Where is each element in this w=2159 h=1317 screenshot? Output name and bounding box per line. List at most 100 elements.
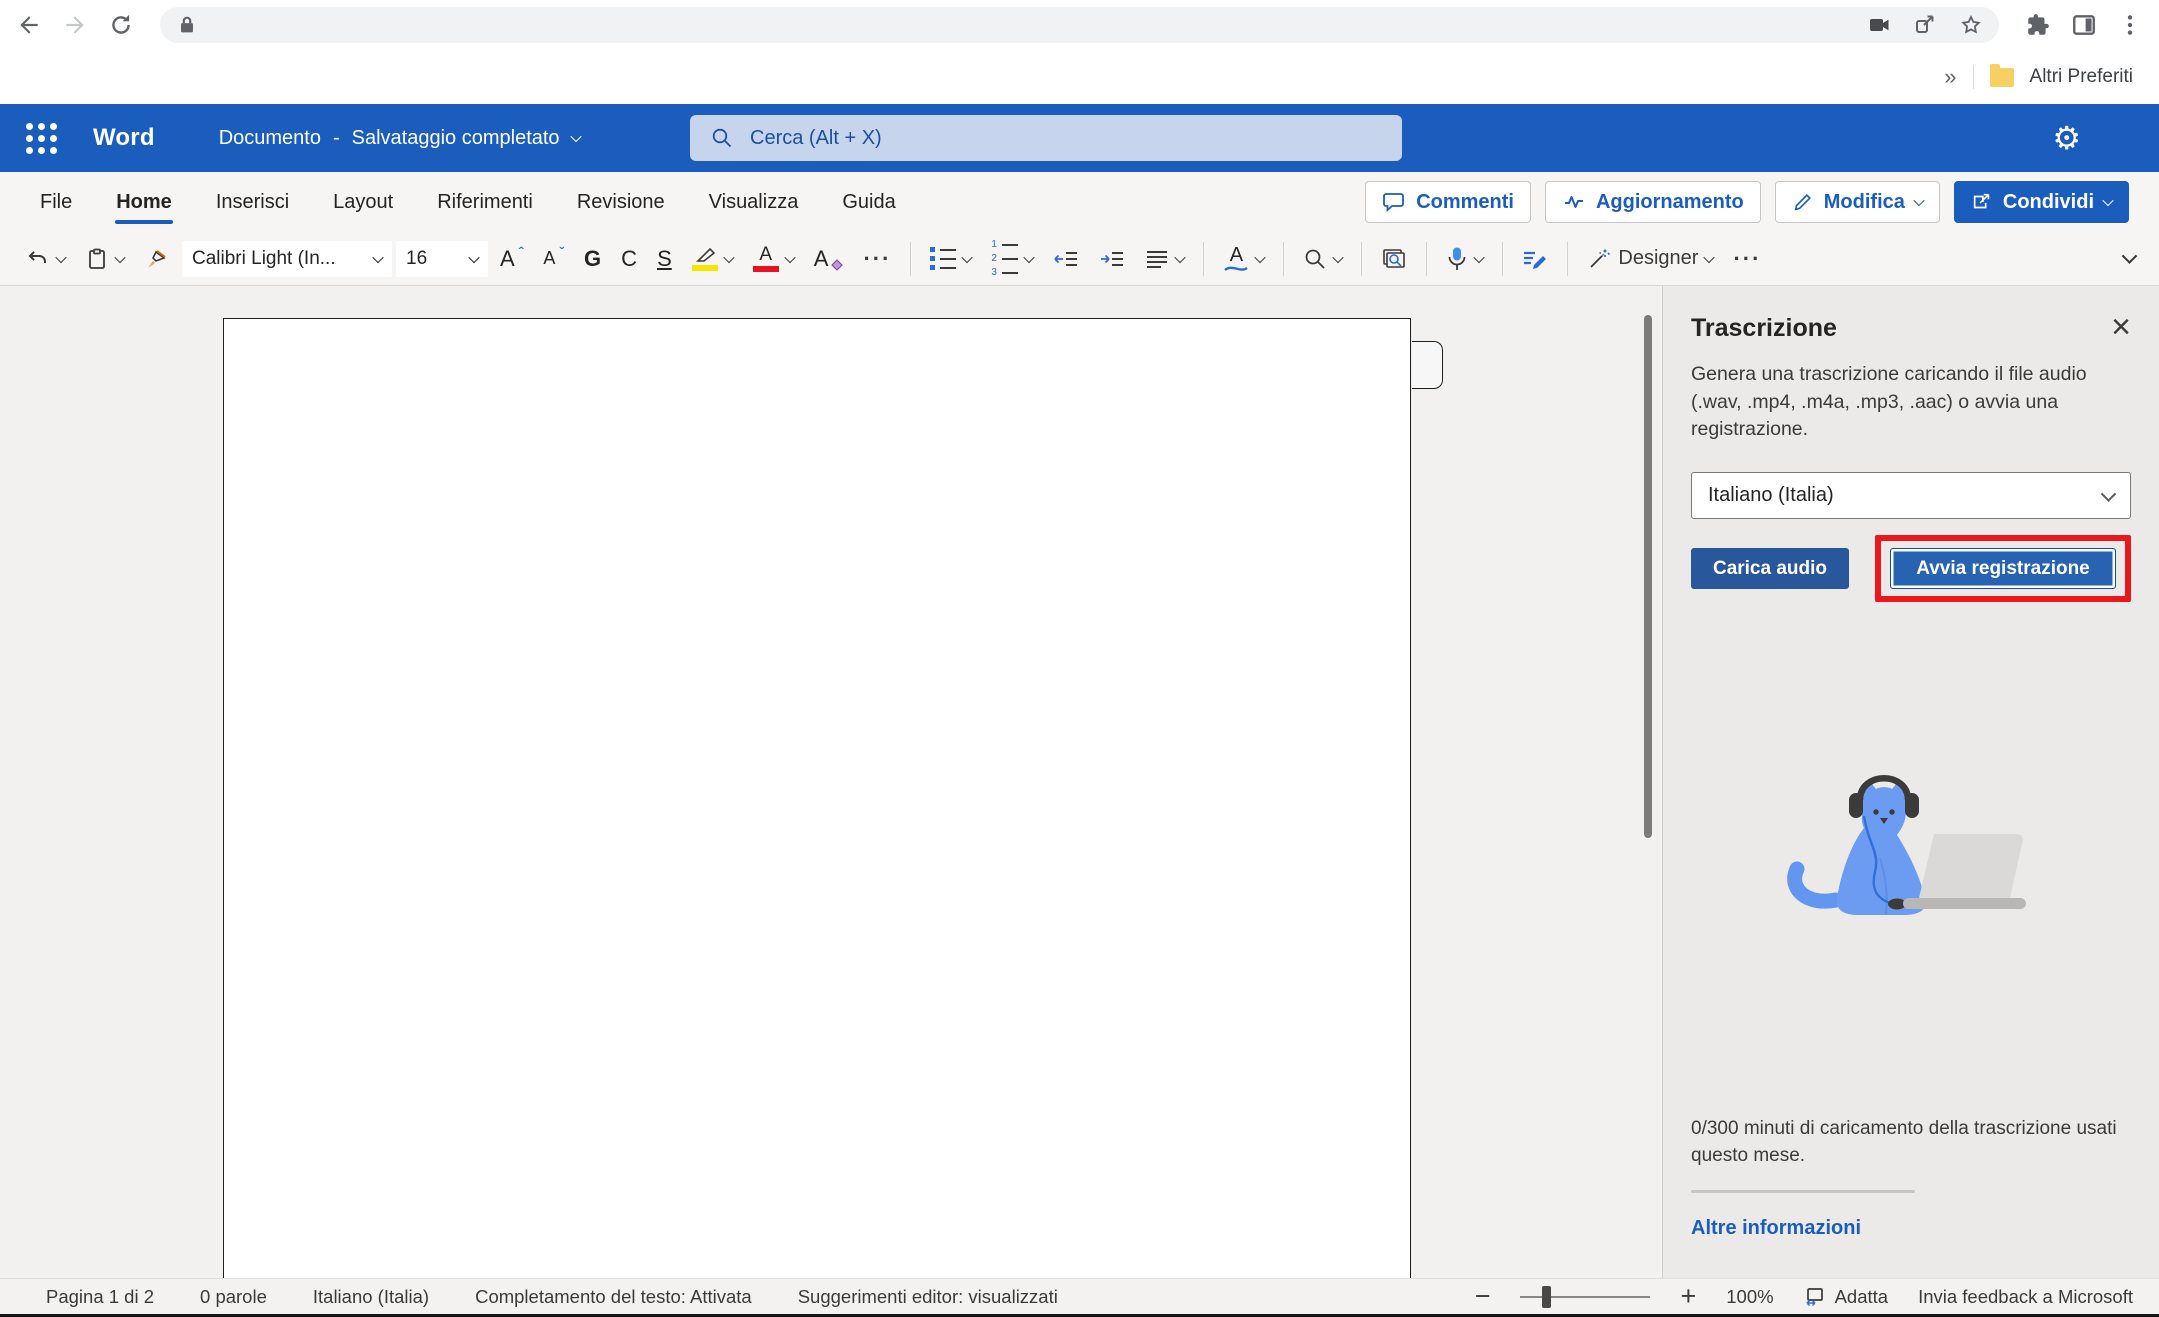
format-painter-icon [144, 246, 170, 272]
chevron-down-icon [2101, 486, 2117, 502]
bold-button[interactable]: G [576, 239, 609, 279]
undo-button[interactable] [18, 239, 73, 279]
tab-visualizza[interactable]: Visualizza [698, 172, 810, 232]
increase-indent-button[interactable] [1091, 239, 1133, 279]
numbered-list-icon: 1 2 3 [991, 240, 1018, 278]
browser-menu-icon[interactable] [2117, 12, 2143, 38]
tab-guida[interactable]: Guida [831, 172, 906, 232]
document-title-group[interactable]: Documento - Salvataggio completato [219, 127, 580, 150]
document-page[interactable] [223, 318, 1411, 1278]
bullets-button[interactable] [922, 239, 979, 279]
panel-title: Trascrizione [1691, 314, 1837, 343]
font-size-select[interactable]: 16 [396, 241, 488, 277]
undo-icon [26, 247, 50, 271]
back-icon[interactable] [16, 12, 42, 38]
toolbar-divider [1502, 242, 1503, 276]
grow-font-button[interactable]: Aˆ [492, 239, 531, 279]
tab-file[interactable]: File [29, 172, 83, 232]
app-name[interactable]: Word [93, 124, 155, 152]
zoom-level[interactable]: 100% [1726, 1286, 1773, 1308]
zoom-out-button[interactable]: − [1475, 1283, 1491, 1310]
toolbar-overflow-button[interactable]: ··· [1725, 239, 1769, 279]
start-recording-button[interactable]: Avvia registrazione [1890, 548, 2116, 589]
microphone-icon [1446, 246, 1468, 272]
more-info-link[interactable]: Altre informazioni [1691, 1217, 2131, 1240]
italic-button[interactable]: C [613, 239, 645, 279]
word-count-status[interactable]: 0 parole [200, 1286, 267, 1308]
numbering-button[interactable]: 1 2 3 [983, 239, 1041, 279]
paste-button[interactable] [77, 239, 132, 279]
collapse-ribbon-button[interactable] [2124, 250, 2141, 268]
find-button[interactable] [1295, 239, 1350, 279]
bookmarks-overflow-chevron[interactable]: » [1944, 64, 1956, 90]
font-color-button[interactable]: A [745, 239, 802, 279]
bookmarks-folder-label[interactable]: Altri Preferiti [2030, 66, 2133, 88]
page-count-status[interactable]: Pagina 1 di 2 [46, 1286, 154, 1308]
settings-gear-icon[interactable]: ⚙ [2052, 122, 2081, 154]
feedback-link[interactable]: Invia feedback a Microsoft [1918, 1286, 2133, 1308]
editor-button[interactable] [1514, 239, 1556, 279]
chevron-down-icon [1474, 251, 1485, 262]
bullet-list-icon [930, 247, 956, 270]
font-name-select[interactable]: Calibri Light (In... [182, 241, 392, 277]
extensions-icon[interactable] [2025, 12, 2051, 38]
ribbon-tabs: File Home Inserisci Layout Riferimenti R… [0, 172, 2159, 232]
alignment-button[interactable] [1137, 239, 1192, 279]
zoom-slider[interactable] [1520, 1296, 1650, 1298]
tab-home[interactable]: Home [105, 172, 183, 232]
upload-audio-button[interactable]: Carica audio [1691, 548, 1849, 589]
side-panel-icon[interactable] [2071, 12, 2097, 38]
share-icon[interactable] [1913, 13, 1937, 37]
close-icon[interactable]: × [2111, 314, 2131, 341]
tab-revisione[interactable]: Revisione [566, 172, 676, 232]
underline-button[interactable]: S [649, 239, 680, 279]
font-name-value: Calibri Light (In... [192, 248, 336, 270]
transcribe-panel: Trascrizione × Genera una trascrizione c… [1662, 286, 2159, 1278]
bookmark-star-icon[interactable] [1959, 13, 1983, 37]
document-title: Documento [219, 127, 321, 150]
chevron-down-icon [723, 251, 734, 262]
grow-font-icon: A [500, 246, 515, 272]
comment-margin-tab[interactable] [1412, 341, 1443, 389]
align-icon [1145, 247, 1169, 271]
address-bar[interactable] [160, 7, 1999, 43]
comments-button[interactable]: Commenti [1365, 181, 1531, 223]
chevron-down-icon [784, 251, 795, 262]
forward-icon[interactable] [62, 12, 88, 38]
tab-inserisci[interactable]: Inserisci [205, 172, 300, 232]
format-painter-button[interactable] [136, 239, 178, 279]
font-color-icon: A [753, 245, 779, 272]
app-launcher-icon[interactable] [26, 123, 57, 154]
share-button[interactable]: Condividi [1954, 181, 2129, 223]
language-status[interactable]: Italiano (Italia) [313, 1286, 429, 1308]
ribbon-toolbar: Calibri Light (In... 16 Aˆ Aˇ G C S A [0, 232, 2159, 286]
shrink-font-button[interactable]: Aˇ [535, 239, 572, 279]
decrease-indent-button[interactable] [1045, 239, 1087, 279]
editor-suggestions-status[interactable]: Suggerimenti editor: visualizzati [798, 1286, 1058, 1308]
lock-icon [176, 14, 198, 36]
screen: » Altri Preferiti Word Documento - Salva… [0, 0, 2159, 1317]
fit-page-icon [1804, 1287, 1826, 1307]
mode-button[interactable]: Modifica [1775, 181, 1940, 223]
camera-icon[interactable] [1867, 13, 1891, 37]
tab-layout[interactable]: Layout [322, 172, 404, 232]
immersive-reader-button[interactable] [1373, 239, 1415, 279]
text-prediction-status[interactable]: Completamento del testo: Attivata [475, 1286, 752, 1308]
more-font-options-button[interactable]: ··· [855, 239, 899, 279]
catch-up-button[interactable]: Aggiornamento [1545, 181, 1761, 223]
search-input[interactable]: Cerca (Alt + X) [690, 115, 1402, 161]
styles-button[interactable]: A [1215, 239, 1272, 279]
clear-formatting-button[interactable]: A [806, 239, 852, 279]
highlight-button[interactable] [684, 239, 741, 279]
zoom-in-button[interactable]: + [1680, 1283, 1696, 1310]
zoom-slider-handle[interactable] [1542, 1286, 1551, 1308]
language-select[interactable]: Italiano (Italia) [1691, 472, 2131, 519]
toolbar-divider [1361, 242, 1362, 276]
designer-button[interactable]: Designer [1579, 239, 1721, 279]
dictate-button[interactable] [1438, 239, 1491, 279]
tab-riferimenti[interactable]: Riferimenti [426, 172, 544, 232]
vertical-scrollbar[interactable] [1644, 315, 1652, 838]
fit-to-page-button[interactable]: Adatta [1804, 1286, 1889, 1308]
reload-icon[interactable] [108, 12, 134, 38]
panel-buttons: Carica audio Avvia registrazione [1691, 535, 2131, 602]
